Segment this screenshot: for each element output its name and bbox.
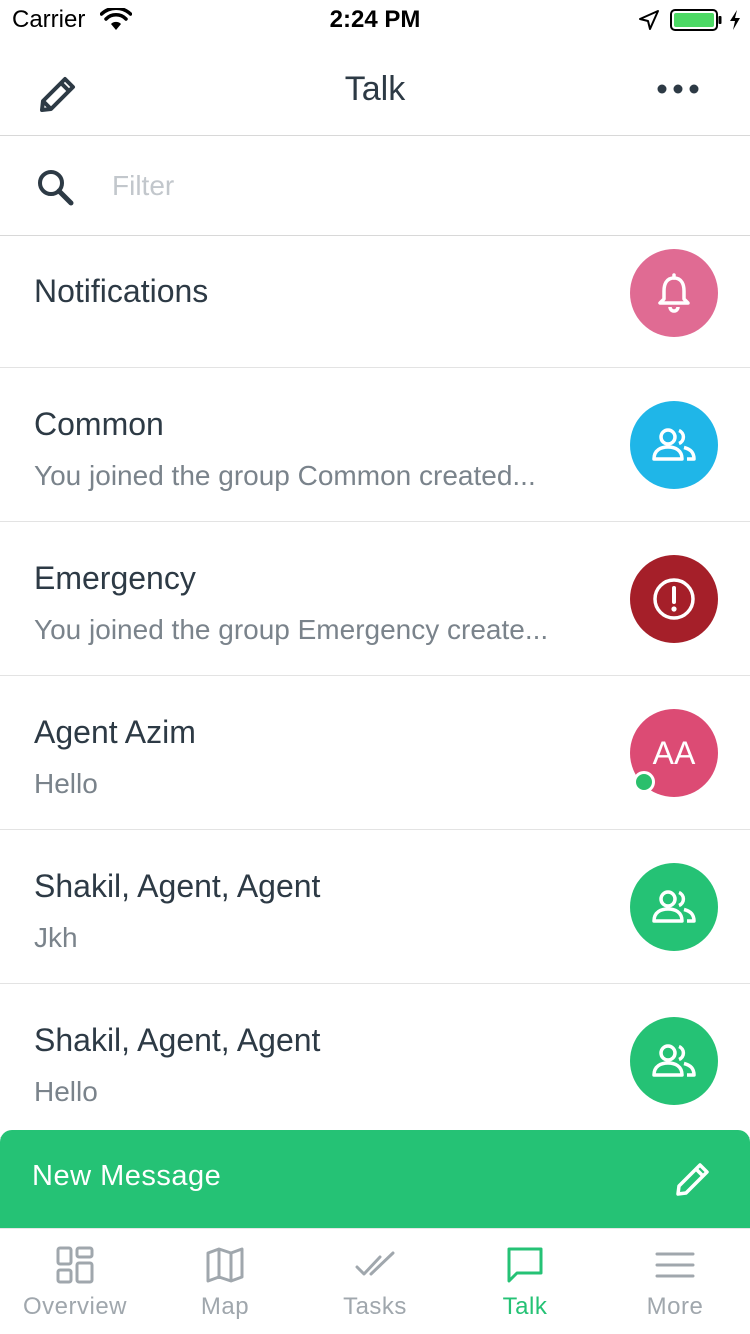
online-status-dot <box>633 771 655 793</box>
dashboard-icon <box>56 1246 94 1284</box>
conversation-title: Shakil, Agent, Agent <box>34 868 321 904</box>
conversation-item-agent-azim[interactable]: Agent Azim Hello AA <box>0 676 750 830</box>
location-arrow-icon <box>639 10 659 30</box>
map-icon <box>206 1247 244 1283</box>
group-icon <box>652 1044 696 1077</box>
page-title: Talk <box>344 70 406 108</box>
conversation-title: Agent Azim <box>34 714 196 750</box>
conversation-preview: Hello <box>34 768 98 799</box>
tab-map[interactable]: Map <box>150 1229 300 1334</box>
conversation-preview: Hello <box>34 1076 98 1107</box>
conversation-preview: You joined the group Emergency create... <box>34 614 549 645</box>
filter-bar <box>0 136 750 236</box>
conversation-preview: You joined the group Common created... <box>34 460 536 491</box>
tab-more[interactable]: More <box>600 1229 750 1334</box>
avatar-initials: AA <box>652 734 696 771</box>
ellipsis-icon[interactable] <box>654 74 702 104</box>
menu-icon <box>655 1252 695 1278</box>
conversation-preview: Jkh <box>34 922 78 953</box>
conversation-item-group[interactable]: Shakil, Agent, Agent Hello <box>0 984 750 1138</box>
new-message-label: New Message <box>32 1160 222 1192</box>
alert-icon <box>653 578 695 620</box>
conversation-title: Common <box>34 406 164 442</box>
tab-label: More <box>646 1293 704 1320</box>
conversation-title: Emergency <box>34 560 196 596</box>
conversation-title: Shakil, Agent, Agent <box>34 1022 321 1058</box>
conversation-item-emergency[interactable]: Emergency You joined the group Emergency… <box>0 522 750 676</box>
header: Talk <box>0 40 750 136</box>
conversation-item-common[interactable]: Common You joined the group Common creat… <box>0 368 750 522</box>
double-check-icon <box>355 1251 395 1276</box>
bell-icon <box>658 273 690 313</box>
conversation-avatar <box>630 401 718 489</box>
group-icon <box>652 428 696 461</box>
status-bar: Carrier 2:24 PM <box>0 0 750 40</box>
pencil-icon <box>676 1163 709 1196</box>
conversation-avatar <box>630 1017 718 1105</box>
group-icon <box>652 890 696 923</box>
tab-label: Talk <box>502 1293 548 1320</box>
tab-tasks[interactable]: Tasks <box>300 1229 450 1334</box>
chat-icon <box>507 1247 543 1283</box>
battery-icon <box>670 9 722 31</box>
conversation-avatar <box>630 555 718 643</box>
new-message-button[interactable]: New Message <box>0 1130 750 1228</box>
filter-input[interactable] <box>112 164 712 208</box>
tab-talk[interactable]: Talk <box>450 1229 600 1334</box>
tab-label: Tasks <box>343 1293 407 1320</box>
charging-icon <box>730 10 740 30</box>
conversation-avatar <box>630 863 718 951</box>
conversation-item-group[interactable]: Shakil, Agent, Agent Jkh <box>0 830 750 984</box>
search-icon <box>38 170 74 206</box>
conversation-avatar <box>630 249 718 337</box>
tab-label: Map <box>200 1293 250 1320</box>
conversation-list: Notifications Common You joined the grou… <box>0 237 750 1138</box>
tab-overview[interactable]: Overview <box>0 1229 150 1334</box>
conversation-title: Notifications <box>34 273 209 309</box>
conversation-item-notifications[interactable]: Notifications <box>0 237 750 368</box>
tab-label: Overview <box>22 1293 128 1320</box>
tab-bar: Overview Map Tasks Talk More <box>0 1228 750 1334</box>
